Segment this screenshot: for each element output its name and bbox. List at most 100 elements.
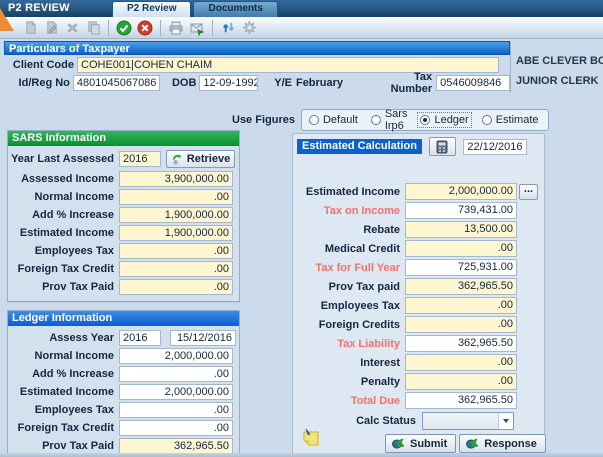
row-label: Tax for Full Year (315, 262, 405, 274)
estimated-income-field[interactable]: 1,900,000.00 (119, 225, 233, 241)
client-code-field[interactable]: COHE001|COHEN CHAIM (77, 57, 499, 73)
row-label: Total Due (351, 395, 405, 407)
user-role: JUNIOR CLERK (516, 71, 603, 91)
row-label: Estimated Income (11, 227, 119, 239)
calc-status-dropdown[interactable] (422, 412, 514, 430)
assess-year-field[interactable]: 2016 (119, 330, 161, 346)
user-block: ABE CLEVER BOY JUNIOR CLERK (516, 51, 603, 91)
cancel-icon[interactable] (136, 19, 154, 37)
row-label: Employees Tax (11, 245, 119, 257)
sort-arrows-icon[interactable] (219, 19, 237, 37)
calculate-button[interactable] (429, 137, 456, 156)
tax-on-income-field: 739,431.00 (405, 202, 517, 219)
id-reg-label: Id/Reg No (4, 77, 70, 89)
sars-panel-header: SARS Information (8, 131, 239, 146)
add-increase-field[interactable]: .00 (119, 366, 233, 382)
particulars-section: Particulars of Taxpayer Client Code COHE… (4, 41, 510, 91)
row-label: Employees Tax (321, 300, 405, 312)
retrieve-icon (171, 153, 184, 166)
row-label: Penalty (361, 376, 405, 388)
medical-credit-field[interactable]: .00 (405, 240, 517, 257)
interest-field[interactable]: .00 (405, 354, 517, 371)
penalty-field[interactable]: .00 (405, 373, 517, 390)
row-label: Tax on Income (324, 205, 405, 217)
estimated-income-field[interactable]: 2,000,000.00 (119, 384, 233, 400)
radio-label: Estimate (496, 114, 539, 126)
export-email-icon[interactable] (188, 19, 206, 37)
row-label: Medical Credit (325, 243, 405, 255)
row-label: Foreign Tax Credit (11, 422, 119, 434)
foreign-tax-credit-field[interactable]: .00 (119, 420, 233, 436)
foreign-tax-credit-field[interactable]: .00 (119, 261, 233, 277)
footer-strip (0, 453, 603, 457)
total-due-field: 362,965.50 (405, 392, 517, 409)
client-code-label: Client Code (4, 59, 74, 71)
tab-p2-review[interactable]: P2 Review (112, 1, 191, 17)
tax-number-field[interactable]: 0546009846 (436, 75, 510, 91)
row-label: Rebate (363, 224, 405, 236)
estimated-calculation-header: Estimated Calculation (297, 139, 422, 154)
assess-date-field[interactable]: 15/12/2016 (170, 330, 236, 346)
user-name: ABE CLEVER BOY (516, 51, 603, 71)
normal-income-field[interactable]: 2,000,000.00 (119, 348, 233, 364)
submit-button-label: Submit (410, 438, 447, 450)
calc-status-label: Calc Status (356, 415, 422, 427)
radio-ledger[interactable]: Ledger (418, 113, 470, 127)
submit-button[interactable]: Submit (385, 434, 456, 453)
row-label: Foreign Tax Credit (11, 263, 119, 275)
employees-tax-field[interactable]: .00 (119, 402, 233, 418)
foreign-credits-field[interactable]: .00 (405, 316, 517, 333)
titlebar: P2 REVIEW P2 Review Documents (0, 0, 603, 17)
row-label: Prov Tax paid (329, 281, 405, 293)
settings-gear-icon[interactable] (240, 19, 258, 37)
note-icon[interactable] (302, 427, 320, 447)
radio-estimate[interactable]: Estimate (480, 113, 541, 127)
response-button[interactable]: Response (459, 434, 546, 453)
radio-icon (309, 115, 319, 125)
rebate-field[interactable]: 13,500.00 (405, 221, 517, 238)
radio-sars-irp6[interactable]: Sars Irp6 (369, 107, 410, 133)
tab-bar: P2 Review Documents (112, 1, 278, 17)
new-document-icon[interactable] (21, 19, 39, 37)
page-title: P2 REVIEW (8, 2, 70, 14)
row-label: Tax Liability (337, 338, 405, 350)
accept-icon[interactable] (115, 19, 133, 37)
prov-tax-paid-field[interactable]: 362,965.50 (405, 278, 517, 295)
radio-default[interactable]: Default (307, 113, 360, 127)
submit-icon (391, 437, 406, 450)
row-label: Estimated Income (306, 186, 405, 198)
copy-document-icon[interactable] (84, 19, 102, 37)
retrieve-button[interactable]: Retrieve (166, 150, 235, 168)
calculation-date-field[interactable]: 22/12/2016 (463, 139, 527, 155)
response-button-label: Response (484, 438, 537, 450)
print-icon[interactable] (167, 19, 185, 37)
row-label: Normal Income (11, 350, 119, 362)
edit-document-icon[interactable] (42, 19, 60, 37)
ledger-information-panel: Ledger Information Assess Year 2016 15/1… (7, 310, 240, 454)
lookup-button[interactable]: ... (519, 184, 538, 200)
estimated-calculation-panel: Estimated Calculation 22/12/2016 Estimat… (292, 133, 545, 455)
assessed-income-field[interactable]: 3,900,000.00 (119, 171, 233, 187)
delete-icon[interactable] (63, 19, 81, 37)
id-reg-field[interactable]: 4801045067086 (73, 75, 160, 91)
row-label: Prov Tax Paid (11, 440, 119, 452)
calculator-icon (436, 140, 449, 154)
prov-tax-paid-field[interactable]: 362,965.50 (119, 438, 233, 454)
prov-tax-paid-field[interactable]: .00 (119, 279, 233, 295)
toolbar-separator (160, 20, 161, 36)
radio-label: Sars Irp6 (385, 108, 408, 132)
year-last-assessed-field[interactable]: 2016 (119, 151, 161, 167)
radio-label: Ledger (434, 114, 468, 126)
estimated-income-field[interactable]: 2,000,000.00 (405, 183, 517, 200)
tab-documents[interactable]: Documents (193, 1, 277, 17)
add-increase-field[interactable]: 1,900,000.00 (119, 207, 233, 223)
normal-income-field[interactable]: .00 (119, 189, 233, 205)
employees-tax-field[interactable]: .00 (119, 243, 233, 259)
particulars-header: Particulars of Taxpayer (4, 41, 510, 55)
dob-field[interactable]: 12-09-1992 (199, 75, 258, 91)
row-label: Employees Tax (11, 404, 119, 416)
employees-tax-field[interactable]: .00 (405, 297, 517, 314)
toolbar-separator (212, 20, 213, 36)
p2-review-window: P2 REVIEW P2 Review Documents (0, 0, 603, 457)
assess-year-label: Assess Year (11, 332, 119, 344)
